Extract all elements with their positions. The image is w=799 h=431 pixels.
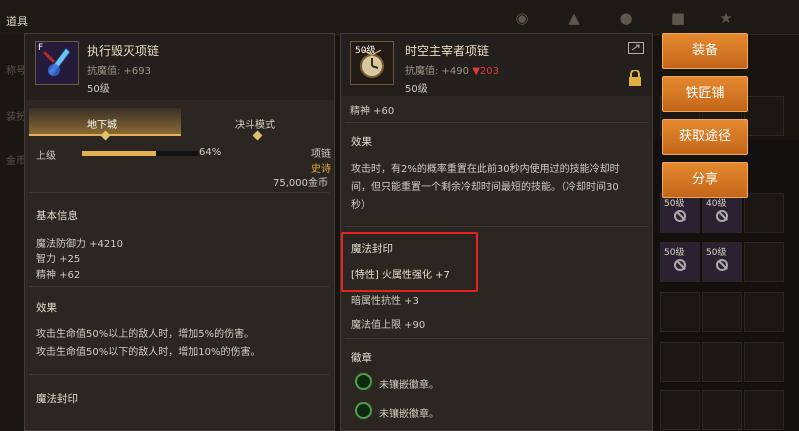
- spirit-stat: 精神 +60: [350, 106, 395, 117]
- slot-level: 50级: [706, 248, 727, 258]
- tab-potion-icon[interactable]: ▲: [564, 9, 584, 27]
- magic-resist-diff: ▼203: [472, 66, 499, 77]
- inventory-slot[interactable]: 50级: [702, 242, 742, 282]
- item-level: 50级: [405, 84, 428, 95]
- tab-cube-icon[interactable]: ■: [668, 9, 688, 27]
- sidebar-gold-label[interactable]: 金币: [6, 152, 26, 167]
- item-icon-frame: 50级: [350, 41, 394, 85]
- upgrade-progress-fill: [82, 151, 157, 156]
- stat-line: 精神 +62: [36, 270, 81, 281]
- level-badge: 50级: [355, 46, 376, 56]
- divider: [345, 226, 649, 227]
- badge-slot-label: 未镶嵌徽章。: [379, 409, 439, 420]
- divider: [345, 122, 649, 123]
- share-link-icon[interactable]: [628, 42, 644, 54]
- magic-resist-row: 抗魔值: +490 ▼203: [405, 62, 499, 77]
- inventory-slot[interactable]: [744, 292, 784, 332]
- tab-star-icon[interactable]: ★: [716, 9, 736, 27]
- magic-resist: 抗魔值: +490: [405, 66, 470, 77]
- basic-info-title: 基本信息: [36, 210, 78, 222]
- item-price: 75,000金币: [273, 178, 328, 189]
- current-item-panel: F 执行毁灭项链 抗魔值: +693 50级 地下城 决斗模式 上级 64% 项…: [24, 33, 335, 431]
- inventory-slot[interactable]: [702, 390, 742, 430]
- divider: [29, 374, 329, 375]
- inventory-slot[interactable]: [702, 292, 742, 332]
- tab-material-icon[interactable]: ●: [616, 9, 636, 27]
- item-level: 50级: [87, 84, 110, 95]
- divider: [345, 338, 649, 339]
- seal-stat: 暗属性抗性 +3: [351, 296, 419, 307]
- upgrade-progress-track: [82, 151, 198, 156]
- inventory-slot[interactable]: 40级: [702, 193, 742, 233]
- upgrade-label: 上级: [36, 151, 56, 162]
- empty-emblem-icon[interactable]: [355, 402, 372, 419]
- effect-title: 效果: [36, 302, 57, 314]
- unavailable-icon: [674, 210, 686, 222]
- seal-trait: [特性] 火属性强化 +7: [351, 270, 450, 281]
- left-sidebar: [0, 34, 26, 431]
- seal-title: 魔法封印: [36, 393, 78, 405]
- sidebar-title-label[interactable]: 称号: [6, 62, 26, 77]
- stat-line: 智力 +25: [36, 254, 81, 265]
- share-button[interactable]: 分享: [662, 162, 748, 198]
- seal-stat: 魔法值上限 +90: [351, 320, 426, 331]
- inventory-slot[interactable]: [660, 292, 700, 332]
- badge-title: 徽章: [351, 352, 372, 364]
- badge-slot-label: 未镶嵌徽章。: [379, 380, 439, 391]
- item-name: 时空主宰者项链: [405, 44, 490, 58]
- stat-line: 魔法防御力 +4210: [36, 239, 124, 250]
- unavailable-icon: [716, 210, 728, 222]
- inventory-slot[interactable]: [744, 96, 784, 136]
- unavailable-icon: [674, 259, 686, 271]
- effect-line: 攻击生命值50%以上的敌人时，增加5%的伤害。: [36, 329, 255, 340]
- seal-title: 魔法封印: [351, 243, 393, 255]
- rarity-label: 史诗: [311, 164, 331, 175]
- inventory-slot[interactable]: 50级: [660, 242, 700, 282]
- upgrade-percent: 64%: [199, 147, 222, 158]
- item-name: 执行毁灭项链: [87, 44, 160, 58]
- compare-item-panel: 50级 时空主宰者项链 抗魔值: +490 ▼203 50级 精神 +60 效果…: [340, 33, 653, 431]
- tab-duel-label: 决斗模式: [235, 120, 275, 131]
- effect-title: 效果: [351, 136, 372, 148]
- lock-icon[interactable]: [628, 70, 642, 86]
- divider: [29, 286, 329, 287]
- effect-line: 秒）: [351, 200, 371, 211]
- equip-button[interactable]: 装备: [662, 33, 748, 69]
- effect-line: 攻击生命值50%以下的敌人时，增加10%的伤害。: [36, 347, 261, 358]
- effect-line: 间，但只能重置一个剩余冷却时间最短的技能。（冷却时间30: [351, 182, 619, 193]
- blacksmith-button[interactable]: 铁匠铺: [662, 76, 748, 112]
- divider: [29, 192, 329, 193]
- empty-emblem-icon[interactable]: [355, 373, 372, 390]
- inventory-slot[interactable]: [702, 342, 742, 382]
- inventory-slot[interactable]: [744, 342, 784, 382]
- inventory-slot[interactable]: [660, 342, 700, 382]
- inventory-slot[interactable]: [660, 390, 700, 430]
- inventory-slot[interactable]: [744, 390, 784, 430]
- inventory-title: 道具: [6, 15, 28, 28]
- sidebar-costume-label[interactable]: 装扮: [6, 108, 26, 123]
- rank-badge: F: [38, 43, 44, 53]
- magic-resist: 抗魔值: +693: [87, 66, 152, 77]
- unavailable-icon: [716, 259, 728, 271]
- inventory-slot[interactable]: [744, 242, 784, 282]
- tab-equipment-icon[interactable]: ◉: [512, 9, 532, 27]
- item-icon-frame: F: [35, 41, 79, 85]
- obtain-source-button[interactable]: 获取途径: [662, 119, 748, 155]
- tab-dungeon-label: 地下城: [87, 120, 117, 131]
- slot-level: 50级: [664, 248, 685, 258]
- effect-line: 攻击时，有2%的概率重置在此前30秒内使用过的技能冷却时: [351, 164, 620, 175]
- inventory-slot[interactable]: 50级: [660, 193, 700, 233]
- inventory-slot[interactable]: [744, 193, 784, 233]
- slot-type: 项链: [311, 149, 331, 160]
